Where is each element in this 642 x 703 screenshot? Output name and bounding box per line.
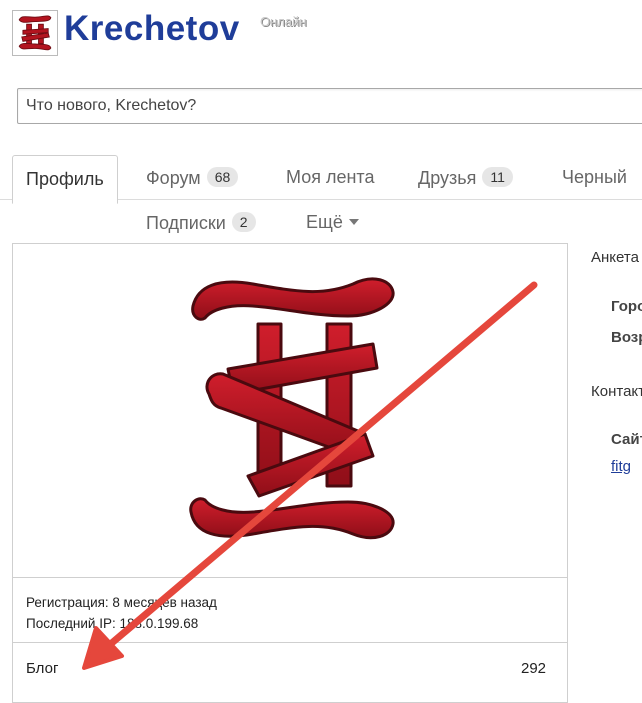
tab-blacklist[interactable]: Черный — [562, 167, 627, 188]
avatar-emblem-icon — [189, 277, 395, 540]
section-contacts-heading: Контакты — [591, 383, 642, 400]
tab-forum[interactable]: Форум 68 — [146, 167, 239, 189]
tab-my-feed[interactable]: Моя лента — [286, 167, 374, 188]
profile-username: Krechetov — [64, 9, 240, 48]
blog-count: 292 — [521, 660, 547, 677]
field-city-label: Город — [611, 298, 642, 315]
tab-profile-label: Профиль — [26, 169, 104, 189]
tab-forum-label: Форум — [146, 168, 201, 188]
tab-more[interactable]: Ещё — [306, 212, 359, 233]
tab-my-feed-label: Моя лента — [286, 167, 375, 187]
chevron-down-icon — [348, 219, 359, 225]
tab-friends-count: 11 — [482, 167, 513, 187]
blog-label: Блог — [26, 660, 59, 677]
status-input[interactable] — [17, 88, 642, 124]
site-logo[interactable] — [12, 10, 58, 56]
blog-row[interactable]: Блог 292 — [13, 642, 567, 703]
profile-card: Регистрация: 8 месяцев назад Последний I… — [12, 243, 568, 703]
tab-friends-label: Друзья — [418, 168, 477, 188]
online-status: Онлайн — [260, 14, 307, 29]
section-profile-heading: Анкета — [591, 249, 639, 266]
tab-forum-count: 68 — [206, 167, 239, 187]
last-ip-info: Последний IP: 188.0.199.68 — [26, 616, 199, 631]
tab-more-label: Ещё — [306, 212, 343, 232]
registration-info: Регистрация: 8 месяцев назад — [26, 595, 217, 610]
tab-friends[interactable]: Друзья 11 — [418, 167, 513, 189]
profile-stats: Регистрация: 8 месяцев назад Последний I… — [13, 577, 567, 643]
field-site-label: Сайт — [611, 431, 642, 448]
logo-emblem-icon — [18, 15, 52, 51]
field-age-label: Возраст — [611, 329, 642, 346]
tab-subscriptions[interactable]: Подписки 2 — [146, 212, 256, 234]
tab-blacklist-label: Черный — [562, 167, 627, 187]
site-link[interactable]: fitg — [611, 458, 631, 475]
tab-subscriptions-label: Подписки — [146, 213, 226, 233]
tab-subscriptions-count: 2 — [231, 212, 256, 232]
tab-profile[interactable]: Профиль — [12, 155, 118, 204]
avatar[interactable] — [13, 244, 567, 577]
